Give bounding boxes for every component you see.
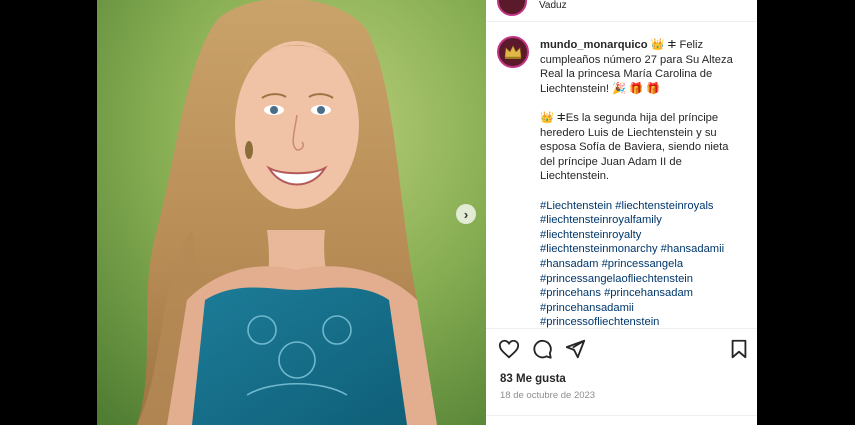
- header-avatar[interactable]: [497, 0, 527, 16]
- hashtag-list: #Liechtenstein #liechtensteinroyals #lie…: [540, 199, 745, 328]
- location-label[interactable]: Vaduz: [539, 0, 567, 11]
- post-caption: mundo_monarquico 👑 ⵐ Feliz cumpleaños nú…: [540, 38, 745, 328]
- username-link[interactable]: mundo_monarquico: [540, 39, 648, 51]
- divider: [486, 415, 757, 416]
- next-photo-button[interactable]: ›: [456, 204, 476, 224]
- post-side-panel: Vaduz mundo_monarquico 👑 ⵐ Feliz cumplea…: [486, 0, 757, 425]
- hashtag-link[interactable]: #princehans: [540, 287, 601, 299]
- hashtag-link[interactable]: #princehansadam: [604, 287, 693, 299]
- heart-icon[interactable]: [498, 338, 520, 360]
- post-photo[interactable]: ›: [97, 0, 486, 425]
- post-date: 18 de octubre de 2023: [500, 390, 596, 401]
- share-icon[interactable]: [564, 338, 586, 360]
- hashtag-link[interactable]: #princessangela: [602, 258, 683, 270]
- avatar[interactable]: [497, 36, 529, 68]
- hashtag-link[interactable]: #liechtensteinroyalfamily: [540, 214, 662, 226]
- instagram-post-modal: › Vaduz mundo_monarquico 👑 ⵐ Feliz cumpl…: [0, 0, 855, 425]
- photo-illustration: [97, 0, 486, 425]
- hashtag-link[interactable]: #Liechtenstein: [540, 200, 612, 212]
- hashtag-link[interactable]: #liechtensteinmonarchy: [540, 243, 658, 255]
- hashtag-link[interactable]: #princessangelaofliechtenstein: [540, 273, 693, 285]
- hashtag-link[interactable]: #princessofliechtenstein: [540, 316, 659, 328]
- comment-icon[interactable]: [531, 338, 553, 360]
- hashtag-link[interactable]: #liechtensteinroyalty: [540, 229, 641, 241]
- post-actions: 83 Me gusta 18 de octubre de 2023: [486, 328, 757, 425]
- likes-count[interactable]: 83 Me gusta: [500, 373, 566, 385]
- hashtag-link[interactable]: #hansadamii: [661, 243, 724, 255]
- hashtag-link[interactable]: #hansadam: [540, 258, 598, 270]
- chevron-right-icon: ›: [463, 206, 469, 222]
- hashtag-link[interactable]: #princehansadamii: [540, 302, 634, 314]
- caption-paragraph: 👑 ⵐEs la segunda hija del príncipe hered…: [540, 111, 729, 183]
- crown-icon: [504, 45, 522, 59]
- post-header: Vaduz: [486, 0, 757, 22]
- hashtag-link[interactable]: #liechtensteinroyals: [615, 200, 713, 212]
- caption-scroll-area[interactable]: mundo_monarquico 👑 ⵐ Feliz cumpleaños nú…: [486, 28, 757, 328]
- bookmark-icon[interactable]: [728, 338, 750, 360]
